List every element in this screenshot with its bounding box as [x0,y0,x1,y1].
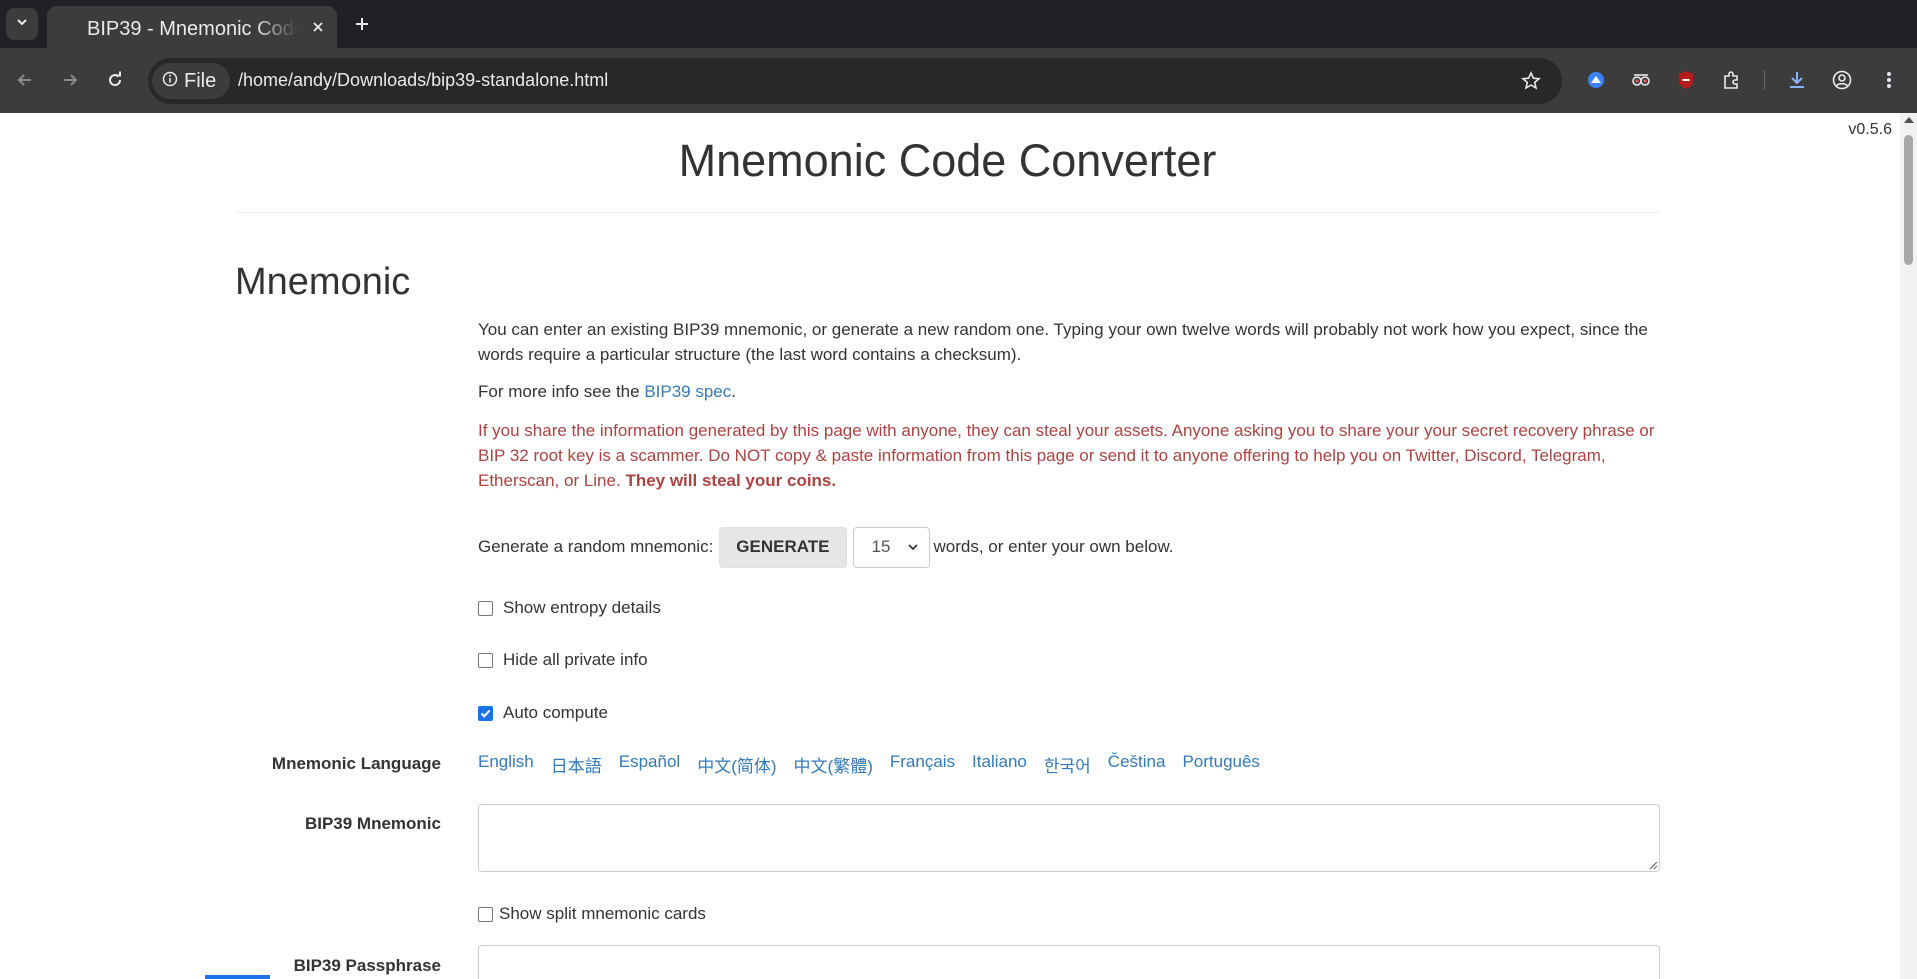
page-bottom-indicator [205,975,270,979]
word-count-value: 15 [871,537,891,556]
browser-toolbar: File /home/andy/Downloads/bip39-standalo… [0,48,1917,113]
language-french-link[interactable]: Français [890,752,955,777]
hide-private-row[interactable]: Hide all private info [478,650,648,670]
mnemonic-language-label: Mnemonic Language [271,754,441,773]
language-chinese-simplified-link[interactable]: 中文(简体) [697,752,776,777]
tab-bar: BIP39 - Mnemonic Code Converter [0,0,1917,48]
auto-compute-row[interactable]: Auto compute [478,703,608,723]
forward-button[interactable] [55,65,85,95]
reload-icon [109,71,122,87]
puzzle-extensions-icon[interactable] [1716,65,1746,95]
split-cards-label: Show split mnemonic cards [499,904,706,923]
page-scrollbar[interactable] [1900,113,1917,979]
more-info-suffix: . [731,382,736,401]
mnemonic-language-links: English 日本語 Español 中文(简体) 中文(繁體) França… [478,752,1260,777]
tab-title: BIP39 - Mnemonic Code Converter [87,18,297,40]
section-title-mnemonic: Mnemonic [235,261,411,303]
page-viewport: v0.5.6 Mnemonic Code Converter Mnemonic … [0,113,1900,979]
language-czech-link[interactable]: Čeština [1108,752,1166,777]
arrow-left-icon [17,74,31,86]
back-button[interactable] [10,65,40,95]
language-english-link[interactable]: English [478,752,534,777]
arrow-right-icon [64,74,78,86]
bip39-mnemonic-textarea[interactable] [478,804,1660,872]
toolbar-separator [1764,70,1765,90]
hide-private-label: Hide all private info [503,650,648,669]
language-italian-link[interactable]: Italiano [972,752,1027,777]
bip39-mnemonic-label: BIP39 Mnemonic [304,814,441,833]
kebab-menu-icon[interactable] [1874,65,1904,95]
more-info-prefix: For more info see the [478,382,645,401]
title-divider [235,212,1660,213]
hide-private-checkbox[interactable] [478,652,493,668]
close-tab-icon[interactable] [307,16,329,38]
extension-blue-icon[interactable] [1581,65,1611,95]
bookmark-star-icon[interactable] [1518,68,1544,94]
site-info-chip[interactable]: File [152,63,230,99]
bip39-spec-link[interactable]: BIP39 spec [644,382,731,401]
generate-prefix: Generate a random mnemonic: [478,537,714,556]
download-icon[interactable] [1782,65,1812,95]
reload-button[interactable] [100,65,130,95]
profile-icon[interactable] [1827,65,1857,95]
new-tab-button[interactable] [348,10,376,38]
show-entropy-row[interactable]: Show entropy details [478,598,661,618]
plus-icon [356,18,368,30]
language-japanese-link[interactable]: 日本語 [551,752,602,777]
version-label: v0.5.6 [1848,121,1892,138]
chevron-down-icon [15,15,29,34]
tab-search-button[interactable] [6,8,38,40]
info-icon [162,71,178,92]
auto-compute-checkbox[interactable] [478,705,493,721]
scroll-up-arrow-icon[interactable] [1904,117,1914,123]
auto-compute-label: Auto compute [503,703,608,722]
generate-button[interactable]: GENERATE [719,526,847,568]
warning-bold-text: They will steal your coins. [625,471,837,490]
split-cards-row[interactable]: Show split mnemonic cards [478,904,706,924]
resize-handle-icon[interactable] [1648,860,1658,870]
intro-text: You can enter an existing BIP39 mnemonic… [478,320,1648,364]
language-chinese-traditional-link[interactable]: 中文(繁體) [794,752,873,777]
language-portuguese-link[interactable]: Português [1182,752,1260,777]
language-spanish-link[interactable]: Español [619,752,680,777]
generate-suffix: words, or enter your own below. [933,537,1174,556]
active-tab[interactable]: BIP39 - Mnemonic Code Converter [47,6,337,48]
bip39-passphrase-input[interactable] [478,945,1660,979]
language-korean-link[interactable]: 한국어 [1044,752,1091,777]
extension-glasses-icon[interactable] [1626,65,1656,95]
scam-warning: If you share the information generated b… [478,418,1660,493]
more-info-text: For more info see the BIP39 spec. [478,379,1660,404]
site-chip-label: File [184,69,217,92]
split-cards-checkbox[interactable] [478,906,493,922]
page-title: Mnemonic Code Converter [678,135,1217,186]
checkmark-icon [480,709,491,718]
word-count-select[interactable]: 15 [852,526,930,568]
address-bar[interactable]: File /home/andy/Downloads/bip39-standalo… [148,58,1562,104]
chevron-down-icon [907,544,918,551]
generate-row: Generate a random mnemonic: GENERATE 15 … [478,526,1174,568]
scrollbar-thumb[interactable] [1904,135,1913,265]
shield-block-icon[interactable] [1671,65,1701,95]
show-entropy-checkbox[interactable] [478,600,493,616]
bip39-passphrase-label: BIP39 Passphrase [293,956,441,975]
url-text[interactable]: /home/andy/Downloads/bip39-standalone.ht… [238,70,608,91]
show-entropy-label: Show entropy details [503,598,661,617]
